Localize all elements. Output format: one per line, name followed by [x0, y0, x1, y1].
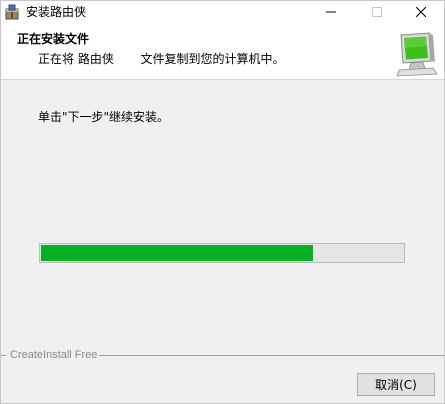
- computer-monitor-icon: [393, 31, 439, 77]
- minimize-button[interactable]: [308, 1, 354, 23]
- progress-bar: [39, 243, 405, 263]
- cancel-button[interactable]: 取消(C): [357, 373, 435, 396]
- divider-left: [1, 355, 6, 356]
- maximize-button[interactable]: [354, 1, 400, 23]
- instruction-text: 单击"下一步"继续安装。: [38, 110, 170, 124]
- progress-fill: [41, 245, 313, 261]
- divider-right: [97, 355, 444, 356]
- title-bar: 安装路由侠: [1, 1, 444, 23]
- page-title: 正在安装文件: [17, 32, 90, 46]
- installer-box-icon: [4, 4, 20, 20]
- header-panel: 正在安装文件 正在将 路由侠 文件复制到您的计算机中。: [1, 23, 444, 80]
- page-subtitle: 正在将 路由侠 文件复制到您的计算机中。: [38, 52, 285, 66]
- close-button[interactable]: [398, 1, 444, 23]
- maximize-icon: [372, 7, 382, 17]
- minimize-icon: [326, 11, 336, 13]
- brand-label: CreateInstall Free: [8, 349, 100, 361]
- window-title: 安装路由侠: [26, 5, 87, 19]
- close-icon: [416, 7, 426, 17]
- installer-window: 安装路由侠 正在安装文件 正在将 路由侠 文件复制到您的计算机中。 单击"下一步…: [0, 0, 445, 404]
